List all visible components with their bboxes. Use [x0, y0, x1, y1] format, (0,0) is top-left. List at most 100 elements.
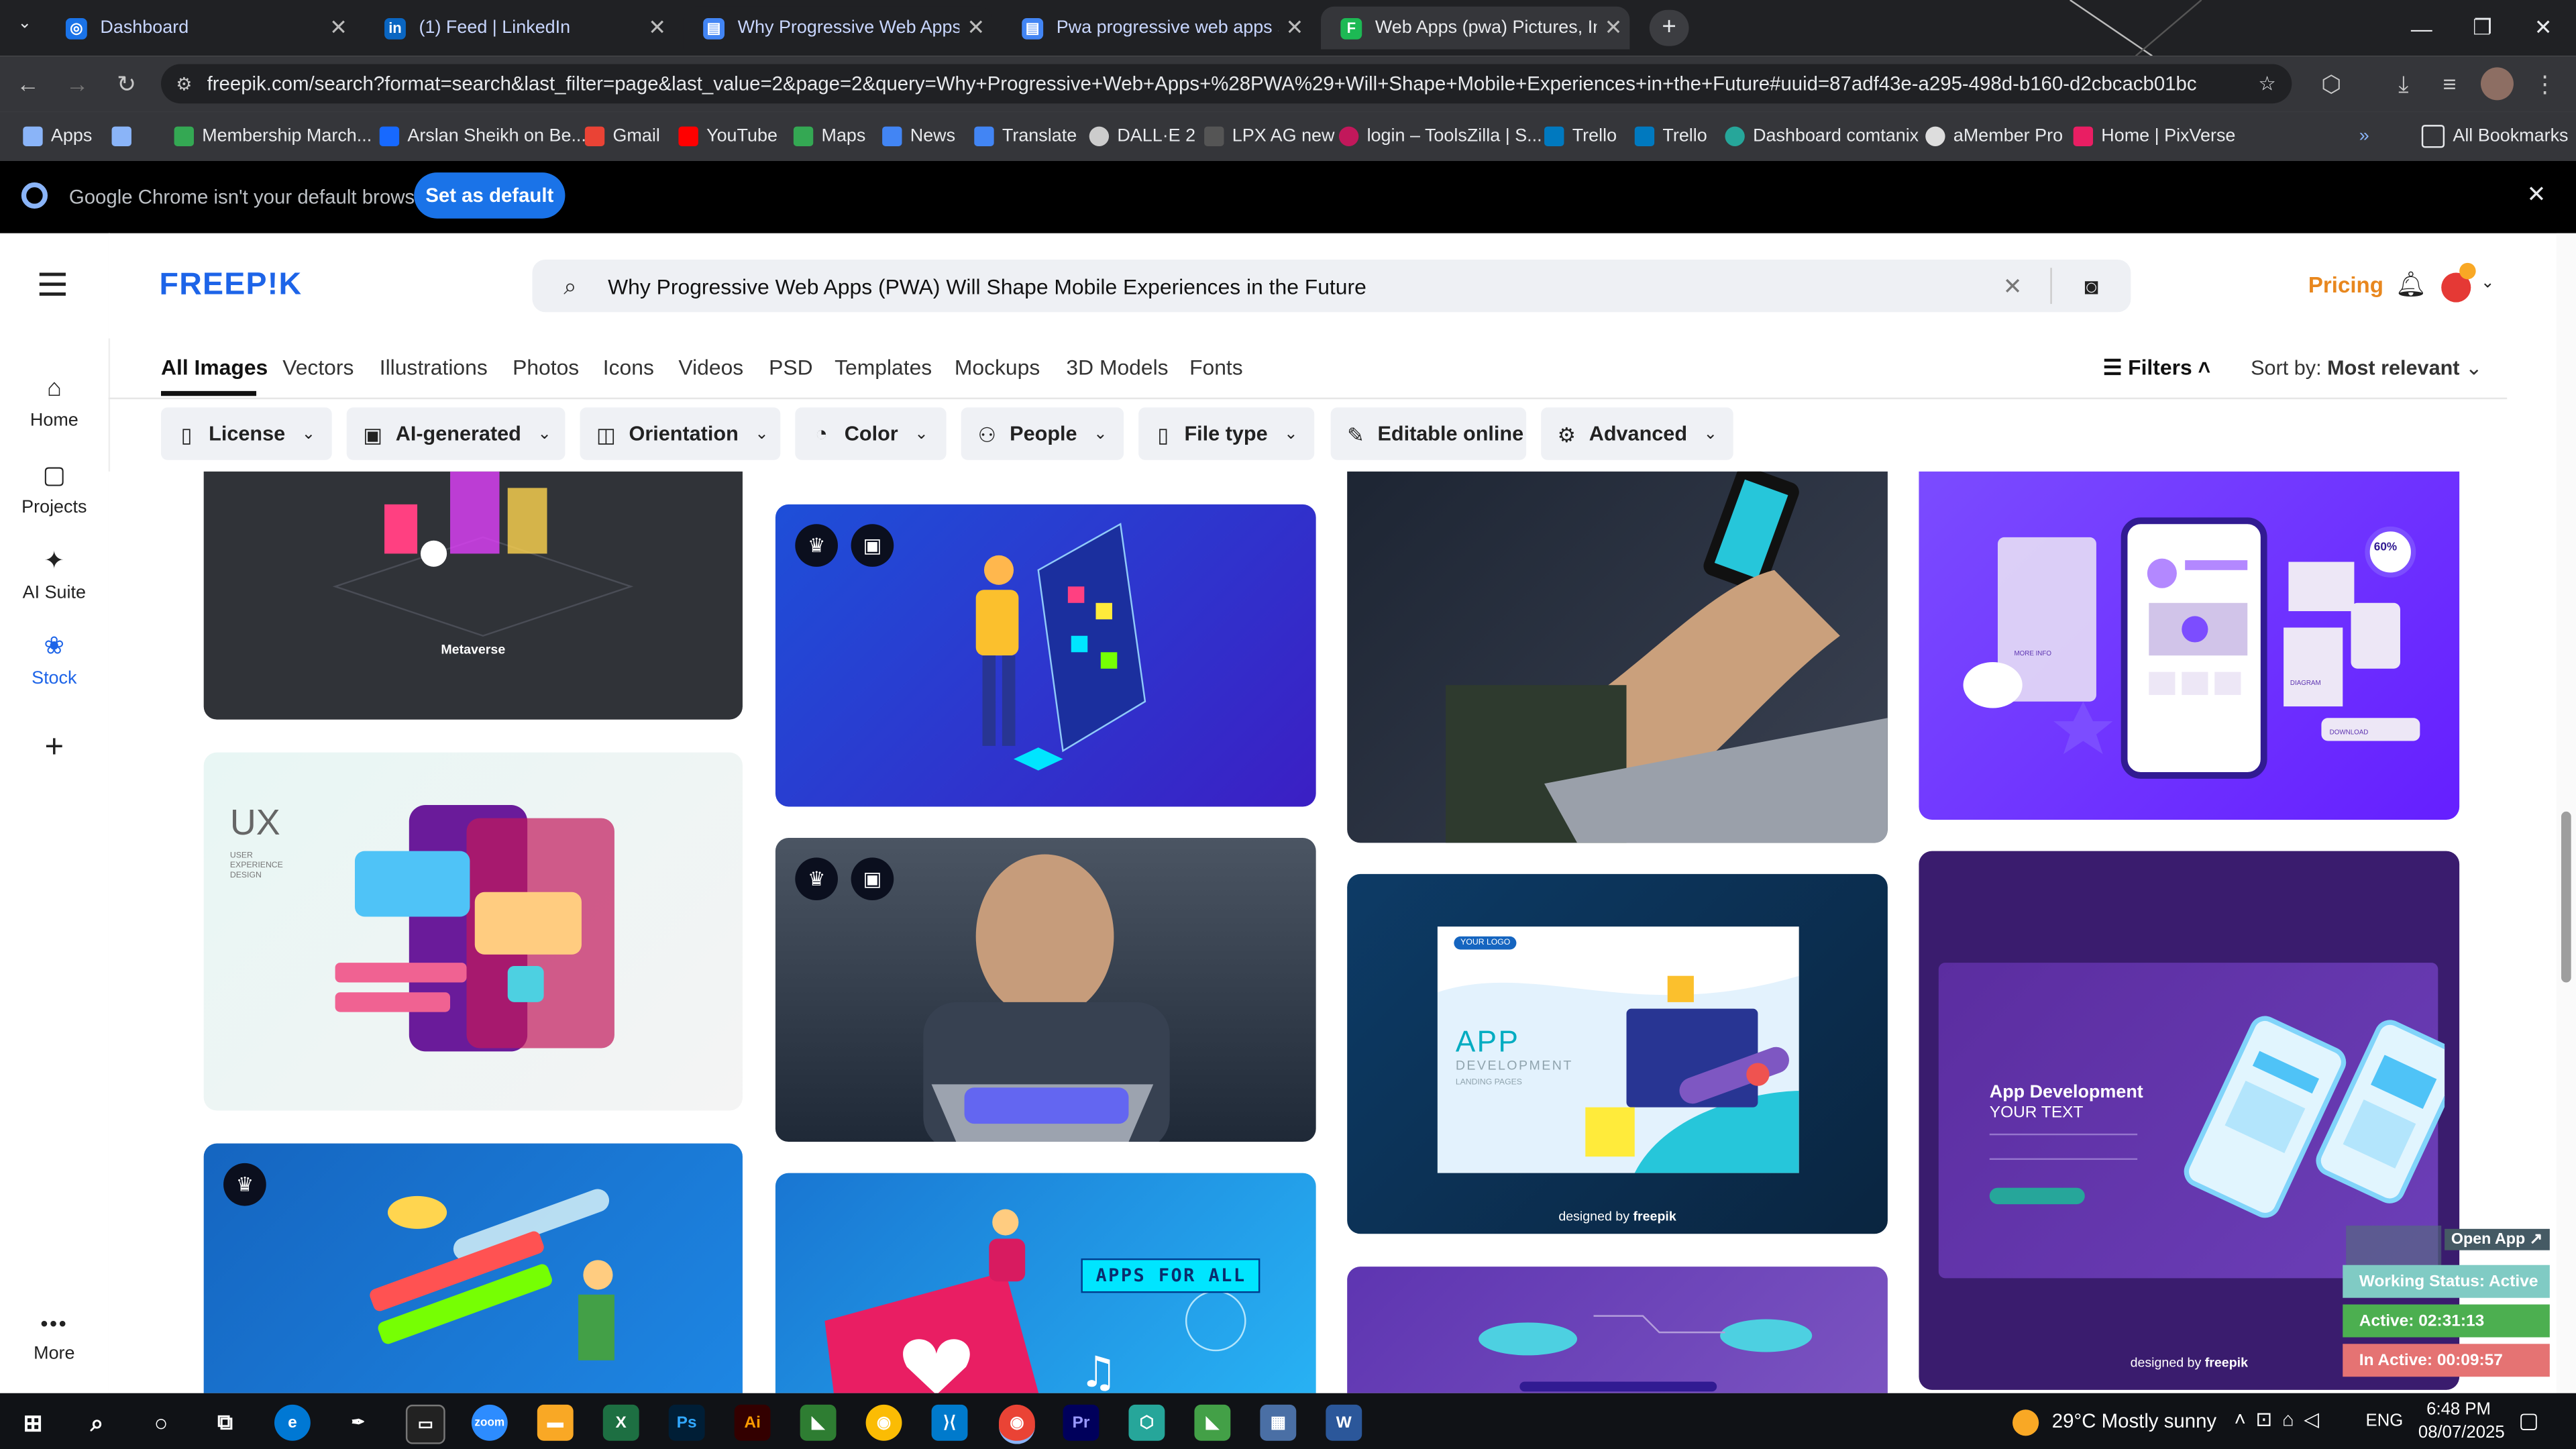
site-info-icon[interactable]: ⚙ [161, 73, 207, 94]
sidebar-item-more[interactable]: ••• More [0, 1311, 109, 1363]
bookmark-comtanix[interactable]: Dashboard comtanix [1725, 123, 1919, 150]
bookmark-star-icon[interactable]: ☆ [2243, 72, 2292, 95]
close-infobar-icon[interactable]: ✕ [2527, 180, 2546, 209]
open-app-button[interactable]: Open App ↗ [2445, 1228, 2549, 1250]
filter-license[interactable]: ▯ License ⌄ [161, 407, 332, 460]
bookmark-lpx[interactable]: LPX AG new [1204, 123, 1335, 150]
sidebar-item-stock[interactable]: ❀ Stock [0, 631, 109, 688]
back-icon[interactable]: ← [10, 66, 46, 102]
tab-all-images[interactable]: All Images [161, 355, 268, 380]
new-tab-button[interactable]: + [1649, 9, 1689, 46]
clock-time[interactable]: 6:48 PM [2426, 1400, 2491, 1419]
filter-editable-online[interactable]: ✎ Editable online [1330, 407, 1527, 460]
sidebar-item-home[interactable]: ⌂ Home [0, 374, 109, 430]
bookmark-behance[interactable]: Arslan Sheikh on Be... [379, 123, 586, 150]
tab-fonts[interactable]: Fonts [1189, 355, 1243, 380]
file-explorer-icon[interactable]: ▬ [537, 1404, 574, 1441]
sort-control[interactable]: Sort by: Most relevant ⌄ [2251, 355, 2483, 379]
scrollbar-thumb[interactable] [2561, 811, 2571, 983]
account-chevron-icon[interactable]: ⌄ [2481, 274, 2495, 292]
forward-icon[interactable]: → [59, 66, 95, 102]
bookmark-trello-2[interactable]: Trello [1634, 123, 1707, 150]
bookmark-youtube[interactable]: YouTube [678, 123, 777, 150]
tab-dashboard[interactable]: ◎ Dashboard ✕ [46, 7, 355, 50]
page-scrollbar[interactable] [2556, 233, 2576, 1393]
freepik-logo[interactable]: FREEP!K [160, 268, 303, 304]
all-bookmarks[interactable]: All Bookmarks [2421, 123, 2569, 150]
weather-text[interactable]: 29°C Mostly sunny [2052, 1409, 2216, 1432]
result-card-man-holding-phone[interactable]: ♛ ▣ [775, 837, 1316, 1142]
result-card-isometric-phone[interactable]: ♛ ▣ [775, 504, 1316, 807]
result-card-apps-for-all[interactable]: ♫ APPS FOR ALL [775, 1173, 1316, 1393]
add-button[interactable]: + [0, 729, 109, 767]
address-bar[interactable]: ⚙ freepik.com/search?format=search&last_… [161, 64, 2292, 104]
close-tab-icon[interactable]: ✕ [1597, 15, 1629, 41]
bookmark-news[interactable]: News [882, 123, 955, 150]
notifications-bell-icon[interactable]: 🔔︎ [2396, 270, 2427, 299]
bookmark-maps[interactable]: Maps [793, 123, 865, 150]
reload-icon[interactable]: ↻ [109, 66, 145, 102]
calculator-icon[interactable]: ▦ [1260, 1404, 1297, 1441]
green-app-2-icon[interactable]: ◣ [1194, 1404, 1231, 1441]
chrome-active-icon[interactable]: ◉ [998, 1404, 1035, 1444]
tab-freepik[interactable]: F Web Apps (pwa) Pictures, Imag ✕ [1320, 6, 1630, 50]
close-window-icon[interactable]: ✕ [2514, 0, 2573, 56]
set-as-default-button[interactable]: Set as default [414, 172, 566, 219]
search-input[interactable]: Why Progressive Web Apps (PWA) Will Shap… [608, 274, 1975, 299]
tab-illustrations[interactable]: Illustrations [380, 355, 488, 380]
edge-icon[interactable]: e [274, 1404, 311, 1441]
downloads-icon[interactable]: ⤓ [2385, 66, 2422, 102]
premiere-icon[interactable]: Pr [1063, 1404, 1099, 1441]
filter-people[interactable]: ⚇ People ⌄ [961, 407, 1124, 460]
language-indicator[interactable]: ENG [2366, 1411, 2404, 1431]
pricing-link[interactable]: Pricing [2308, 273, 2383, 298]
bookmark-toolszilla[interactable]: login – ToolsZilla | S... [1338, 123, 1542, 150]
notification-center-icon[interactable]: ▢ [2518, 1408, 2538, 1434]
close-tab-icon[interactable]: ✕ [959, 15, 992, 41]
bookmark-gmail[interactable]: Gmail [584, 123, 660, 150]
result-card-isometric-apps[interactable]: ♛ [203, 1143, 743, 1393]
tab-search-button[interactable]: ⌄ [10, 15, 40, 41]
app-hex-icon[interactable]: ⬡ [1128, 1404, 1165, 1441]
restore-icon[interactable]: ❐ [2453, 0, 2512, 56]
filters-toggle[interactable]: ☰ Filters ˄ [2103, 355, 2210, 381]
bookmark-translate[interactable]: Translate [974, 123, 1077, 150]
bookmark-membership[interactable]: Membership March... [174, 123, 372, 150]
terminal-icon[interactable]: ▭ [405, 1404, 445, 1444]
clear-search-icon[interactable]: ✕ [1975, 272, 2051, 300]
zoom-icon[interactable]: zoom [471, 1404, 508, 1441]
tab-icons[interactable]: Icons [603, 355, 654, 380]
filter-orientation[interactable]: ◫ Orientation ⌄ [580, 407, 781, 460]
filter-color[interactable]: ◔ Color ⌄ [795, 407, 947, 460]
result-card-ux-design[interactable]: UX USER EXPERIENCE DESIGN [203, 752, 743, 1111]
bookmark-grid[interactable] [111, 123, 140, 150]
tab-videos[interactable]: Videos [678, 355, 743, 380]
pen-tool-icon[interactable]: ✒ [340, 1405, 376, 1441]
tab-templates[interactable]: Templates [835, 355, 932, 380]
tray-icons[interactable]: ˄⊡⌂◁ [2235, 1408, 2329, 1431]
bookmark-pixverse[interactable]: Home | PixVerse [2073, 123, 2235, 150]
hamburger-menu-icon[interactable] [39, 272, 66, 296]
result-card-app-development-landing[interactable]: YOUR LOGO APP DEVELOPMENT LANDING PAGES … [1347, 873, 1888, 1234]
filter-ai-generated[interactable]: ▣ AI-generated ⌄ [346, 407, 566, 460]
windows-start-icon[interactable]: ⊞ [15, 1405, 51, 1441]
extensions-icon[interactable]: ⬡ [2313, 66, 2349, 102]
media-control-icon[interactable]: ≡ [2432, 66, 2468, 102]
chrome-menu-icon[interactable]: ⋮ [2527, 66, 2563, 102]
bookmark-amember[interactable]: aMember Pro [1925, 123, 2063, 150]
green-app-icon[interactable]: ◣ [800, 1404, 837, 1441]
word-icon[interactable]: W [1326, 1404, 1362, 1441]
more-bookmarks-icon[interactable]: » [2359, 123, 2369, 150]
result-card-metaverse[interactable]: Metaverse [203, 471, 743, 720]
tab-psd[interactable]: PSD [769, 355, 812, 380]
filter-file-type[interactable]: ▯ File type ⌄ [1138, 407, 1315, 460]
tab-linkedin[interactable]: in (1) Feed | LinkedIn ✕ [365, 7, 674, 50]
bookmark-apps[interactable]: Apps [23, 123, 92, 150]
tab-why-pwa[interactable]: ▤ Why Progressive Web Apps (PW ✕ [683, 6, 993, 50]
filter-advanced[interactable]: ⚙ Advanced ⌄ [1541, 407, 1733, 460]
search-bar[interactable]: ⌕ Why Progressive Web Apps (PWA) Will Sh… [532, 259, 2131, 313]
illustrator-icon[interactable]: Ai [734, 1404, 771, 1441]
search-icon[interactable]: ⌕ [79, 1405, 115, 1441]
tab-mockups[interactable]: Mockups [955, 355, 1040, 380]
sidebar-item-ai-suite[interactable]: ✦ AI Suite [0, 545, 109, 603]
